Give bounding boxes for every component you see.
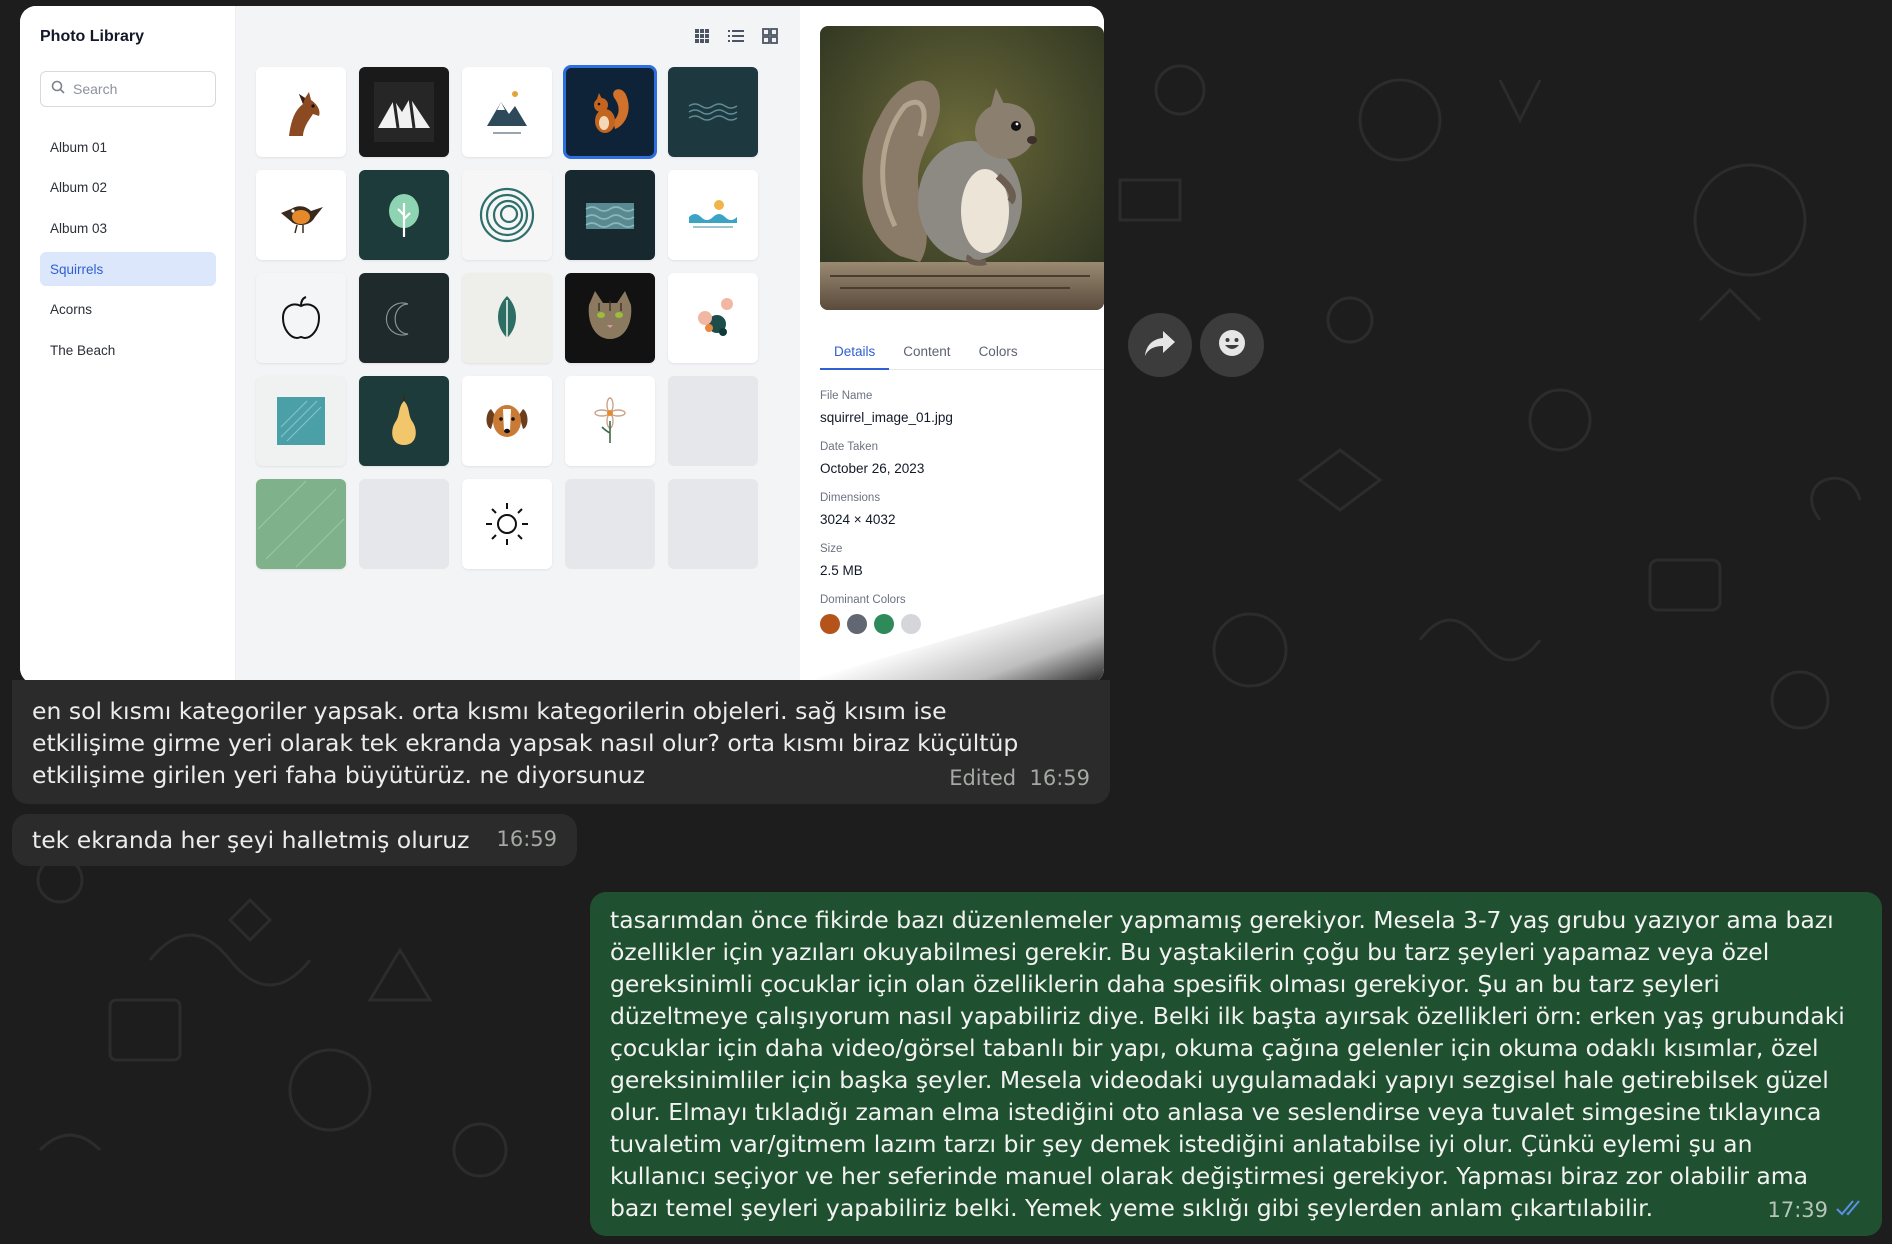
message-meta: 17:39 — [1767, 1198, 1866, 1222]
search-placeholder: Search — [73, 81, 118, 97]
field-size: Size 2.5 MB — [820, 543, 953, 594]
field-value: 3024 × 4032 — [820, 512, 896, 527]
field-value: October 26, 2023 — [820, 461, 925, 476]
message-incoming[interactable]: tek ekranda her şeyi halletmiş oluruz 16… — [12, 814, 577, 866]
tab-details[interactable]: Details — [820, 336, 890, 370]
tree-icon[interactable] — [359, 170, 449, 260]
leaf-icon[interactable] — [462, 273, 552, 363]
message-time: 17:39 — [1767, 1198, 1828, 1222]
flower-icon[interactable] — [565, 376, 655, 466]
forward-button[interactable] — [1128, 313, 1192, 377]
message-outgoing[interactable]: tasarımdan önce fikirde bazı düzenlemele… — [590, 892, 1882, 1236]
details-panel: Details Content Colors File Name squirre… — [794, 6, 1104, 684]
color-swatch[interactable] — [847, 614, 867, 634]
photo-grid — [256, 65, 758, 569]
read-receipt-icon — [1836, 1198, 1866, 1222]
waves-dark-icon[interactable] — [668, 67, 758, 157]
squirrel-photo — [820, 26, 1104, 310]
empty-placeholder — [359, 479, 449, 569]
album-list: Album 01 Album 02 Album 03 Squirrels Aco… — [40, 130, 216, 374]
moon-crescent-icon[interactable] — [359, 273, 449, 363]
search-icon — [51, 80, 65, 99]
bird-icon[interactable] — [256, 170, 346, 260]
apple-icon[interactable] — [256, 273, 346, 363]
search-input[interactable]: Search — [40, 71, 216, 107]
list-icon[interactable] — [726, 26, 746, 46]
field-date-taken: Date Taken October 26, 2023 — [820, 441, 953, 492]
mountain-light-icon[interactable] — [462, 67, 552, 157]
field-label: Size — [820, 543, 843, 555]
color-swatch[interactable] — [820, 614, 840, 634]
field-dimensions: Dimensions 3024 × 4032 — [820, 492, 953, 543]
message-meta: Edited 16:59 — [949, 766, 1090, 790]
ocean-illustration-icon[interactable] — [668, 170, 758, 260]
color-swatch[interactable] — [874, 614, 894, 634]
message-text: en sol kısmı kategoriler yapsak. orta kı… — [32, 697, 1019, 789]
album-item[interactable]: Album 02 — [40, 171, 216, 205]
emoji-icon — [1217, 328, 1247, 362]
field-label: File Name — [820, 390, 873, 402]
field-dominant-colors: Dominant Colors — [820, 594, 953, 645]
green-texture-icon[interactable] — [256, 479, 346, 569]
sun-icon[interactable] — [462, 479, 552, 569]
squirrel-icon[interactable] — [563, 65, 657, 159]
album-item[interactable]: Album 01 — [40, 130, 216, 164]
mountain-dark-icon[interactable] — [359, 67, 449, 157]
message-incoming[interactable]: en sol kısmı kategoriler yapsak. orta kı… — [12, 680, 1110, 804]
detail-tabs: Details Content Colors — [820, 336, 1104, 370]
grid-large-icon[interactable] — [760, 26, 780, 46]
app-title: Photo Library — [40, 28, 145, 45]
tab-colors[interactable]: Colors — [965, 336, 1032, 370]
view-switcher — [692, 26, 780, 46]
field-label: Date Taken — [820, 441, 878, 453]
message-text: tek ekranda her şeyi halletmiş oluruz — [32, 826, 470, 854]
dog-icon[interactable] — [462, 376, 552, 466]
forward-icon — [1143, 329, 1177, 361]
emoji-button[interactable] — [1200, 313, 1264, 377]
pear-icon[interactable] — [359, 376, 449, 466]
message-time: 16:59 — [1029, 766, 1090, 790]
grid-small-icon[interactable] — [692, 26, 712, 46]
water-pattern-icon[interactable] — [565, 170, 655, 260]
edited-label: Edited — [949, 766, 1017, 790]
abstract-shapes-icon[interactable] — [668, 273, 758, 363]
album-item-active[interactable]: Squirrels — [40, 252, 216, 287]
field-file-name: File Name squirrel_image_01.jpg — [820, 390, 953, 441]
empty-placeholder — [668, 479, 758, 569]
empty-placeholder — [565, 479, 655, 569]
tab-content[interactable]: Content — [889, 336, 964, 370]
message-time: 16:59 — [496, 827, 557, 851]
color-swatch[interactable] — [901, 614, 921, 634]
album-item[interactable]: Album 03 — [40, 211, 216, 245]
field-label: Dimensions — [820, 492, 881, 504]
message-text: tasarımdan önce fikirde bazı düzenlemele… — [610, 906, 1845, 1222]
detail-fields: File Name squirrel_image_01.jpg Date Tak… — [820, 390, 953, 645]
field-value: 2.5 MB — [820, 563, 863, 578]
color-swatches — [820, 614, 953, 634]
spiral-icon[interactable] — [462, 170, 552, 260]
album-item[interactable]: The Beach — [40, 333, 216, 367]
horse-icon[interactable] — [256, 67, 346, 157]
sidebar: Photo Library Search Album 01 Album 02 A… — [20, 6, 236, 684]
field-value: squirrel_image_01.jpg — [820, 410, 953, 425]
field-label: Dominant Colors — [820, 594, 906, 606]
album-item[interactable]: Acorns — [40, 293, 216, 327]
photo-grid-panel — [236, 6, 800, 684]
shared-screenshot[interactable]: Photo Library Search Album 01 Album 02 A… — [20, 6, 1104, 684]
teal-texture-icon[interactable] — [256, 376, 346, 466]
empty-placeholder — [668, 376, 758, 466]
cat-icon[interactable] — [565, 273, 655, 363]
